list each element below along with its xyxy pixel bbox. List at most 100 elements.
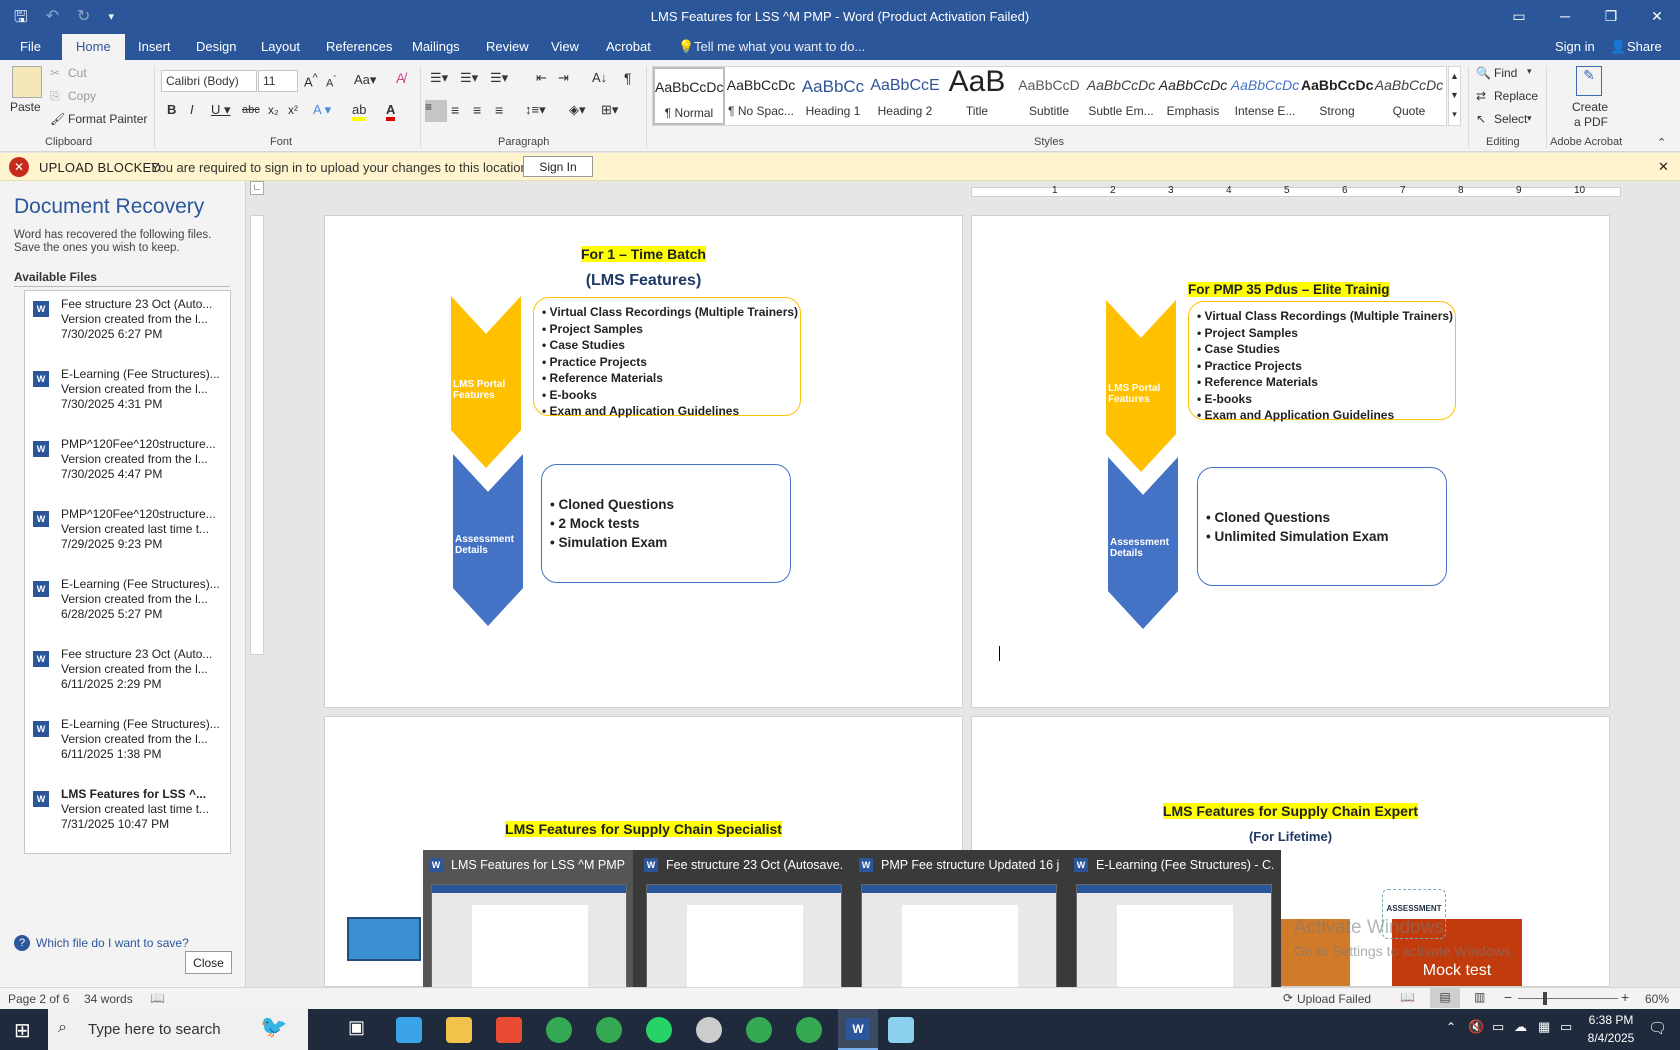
tab-layout[interactable]: Layout xyxy=(261,39,300,54)
tell-me-input[interactable]: Tell me what you want to do... xyxy=(694,39,865,54)
zoom-in-icon[interactable]: + xyxy=(1621,989,1629,1005)
style-item[interactable]: AaBbCcDc Intense E... xyxy=(1229,67,1301,125)
style-item[interactable]: AaBbCcDc ¶ Normal xyxy=(653,67,725,125)
bullets-icon[interactable]: ☰▾ xyxy=(430,70,448,86)
font-name-combo[interactable]: Calibri (Body) xyxy=(161,70,257,92)
style-item[interactable]: AaBbCcDc Strong xyxy=(1301,67,1373,125)
clock-time[interactable]: 6:38 PM xyxy=(1583,1013,1639,1027)
tab-mailings[interactable]: Mailings xyxy=(412,39,460,54)
superscript-icon[interactable]: x² xyxy=(288,103,298,117)
numbering-icon[interactable]: ☰▾ xyxy=(460,70,478,86)
window-preview[interactable]: W PMP Fee structure Updated 16 j... xyxy=(853,850,1063,1008)
tab-view[interactable]: View xyxy=(551,39,579,54)
sign-in-link[interactable]: Sign in xyxy=(1555,39,1595,54)
tab-review[interactable]: Review xyxy=(486,39,529,54)
replace-icon[interactable]: ⇄ xyxy=(1476,89,1486,103)
align-center-icon[interactable]: ≡ xyxy=(451,102,459,118)
style-item[interactable]: AaBbCcE Heading 2 xyxy=(869,67,941,125)
sort-icon[interactable]: A↓ xyxy=(592,70,607,85)
underline-icon[interactable]: U ▾ xyxy=(211,102,231,118)
grow-font-icon[interactable]: A^ xyxy=(304,72,318,89)
copy-button[interactable]: Copy xyxy=(68,89,96,103)
app-icon[interactable] xyxy=(496,1017,522,1043)
tab-insert[interactable]: Insert xyxy=(138,39,171,54)
shading-icon[interactable]: ◈▾ xyxy=(569,102,586,118)
window-preview[interactable]: W Fee structure 23 Oct (Autosave... xyxy=(638,850,848,1008)
collapse-ribbon-icon[interactable]: ⌃ xyxy=(1657,136,1666,149)
which-file-link[interactable]: Which file do I want to save? xyxy=(36,936,189,950)
copilot-icon[interactable] xyxy=(396,1017,422,1043)
tab-home[interactable]: Home xyxy=(62,34,125,60)
print-layout-icon[interactable]: ▤ xyxy=(1430,988,1460,1008)
chevron-down-icon[interactable]: ▾ xyxy=(1527,113,1532,124)
chevron-down-icon[interactable]: ▾ xyxy=(1527,66,1532,77)
cut-button[interactable]: Cut xyxy=(68,66,87,80)
recovery-file-item[interactable]: W E-Learning (Fee Structures)... Version c… xyxy=(33,717,225,777)
action-icon[interactable]: ▭ xyxy=(1560,1019,1572,1035)
create-pdf-icon[interactable]: ✎ xyxy=(1576,66,1602,96)
font-color-icon[interactable]: A xyxy=(386,102,396,121)
style-item[interactable]: AaBbCcDc Subtle Em... xyxy=(1085,67,1157,125)
text-effects-icon[interactable]: A ▾ xyxy=(313,102,331,118)
format-painter-button[interactable]: Format Painter xyxy=(68,112,147,126)
style-item[interactable]: AaBbCcD Subtitle xyxy=(1013,67,1085,125)
proofing-icon[interactable]: 📖 xyxy=(150,991,165,1005)
format-painter-icon[interactable]: 🖌 xyxy=(50,112,65,126)
find-button[interactable]: Find xyxy=(1494,66,1517,80)
word-count[interactable]: 34 words xyxy=(84,992,133,1006)
style-item[interactable]: AaBbCc Heading 1 xyxy=(797,67,869,125)
style-item[interactable]: AaB Title xyxy=(941,65,1013,125)
replace-button[interactable]: Replace xyxy=(1494,89,1538,103)
shrink-font-icon[interactable]: Aˇ xyxy=(326,74,336,90)
line-spacing-icon[interactable]: ↕≡▾ xyxy=(525,102,546,118)
bold-icon[interactable]: B xyxy=(167,102,176,117)
copy-icon[interactable]: ⎘ xyxy=(50,89,60,104)
chrome-icon[interactable] xyxy=(546,1017,572,1043)
clear-format-icon[interactable]: A̸ xyxy=(396,70,405,86)
word-icon[interactable]: W xyxy=(838,1009,878,1050)
recovery-file-item[interactable]: W E-Learning (Fee Structures)... Version c… xyxy=(33,577,225,637)
increase-indent-icon[interactable]: ⇥ xyxy=(558,70,569,86)
create-pdf-button[interactable]: Create xyxy=(1572,100,1608,114)
tab-acrobat[interactable]: Acrobat xyxy=(606,39,651,54)
subscript-icon[interactable]: x₂ xyxy=(268,103,279,117)
chrome-icon[interactable] xyxy=(796,1017,822,1043)
find-icon[interactable]: 🔍 xyxy=(1476,66,1491,80)
change-case-icon[interactable]: Aa▾ xyxy=(354,72,376,88)
web-layout-icon[interactable]: ▥ xyxy=(1474,990,1485,1004)
style-item[interactable]: AaBbCcDc Quote xyxy=(1373,67,1445,125)
tab-design[interactable]: Design xyxy=(196,39,236,54)
show-marks-icon[interactable]: ¶ xyxy=(624,70,632,86)
zoom-level[interactable]: 60% xyxy=(1645,992,1669,1006)
decrease-indent-icon[interactable]: ⇤ xyxy=(536,70,547,86)
volume-icon[interactable]: 🔇 xyxy=(1468,1019,1484,1035)
chrome-icon[interactable] xyxy=(596,1017,622,1043)
task-view-icon[interactable]: ▣ xyxy=(348,1017,374,1043)
windows-start-icon[interactable]: ⊞ xyxy=(14,1018,31,1043)
page-count[interactable]: Page 2 of 6 xyxy=(8,992,69,1006)
recovery-file-item[interactable]: W LMS Features for LSS ^... Version create… xyxy=(33,787,225,847)
notepad-icon[interactable] xyxy=(888,1017,914,1043)
restore-icon[interactable]: ❐ xyxy=(1588,0,1634,32)
font-size-combo[interactable]: 11 xyxy=(258,70,298,92)
borders-icon[interactable]: ⊞▾ xyxy=(601,102,618,118)
window-preview[interactable]: W E-Learning (Fee Structures) - C... xyxy=(1068,850,1278,1008)
recovery-file-item[interactable]: W Fee structure 23 Oct (Auto... Version cr… xyxy=(33,297,225,357)
recovery-file-item[interactable]: W PMP^120Fee^120structure... Version creat… xyxy=(33,437,225,497)
justify-icon[interactable]: ≡ xyxy=(495,102,503,118)
align-right-icon[interactable]: ≡ xyxy=(473,102,481,118)
recovery-file-item[interactable]: W E-Learning (Fee Structures)... Version c… xyxy=(33,367,225,427)
onedrive-icon[interactable]: ☁ xyxy=(1514,1019,1527,1035)
file-explorer-icon[interactable] xyxy=(446,1017,472,1043)
battery-icon[interactable]: ▭ xyxy=(1492,1019,1504,1035)
read-mode-icon[interactable]: 📖 xyxy=(1400,990,1415,1004)
align-left-icon[interactable]: ≡ xyxy=(425,100,447,122)
close-icon[interactable]: ✕ xyxy=(1634,0,1680,32)
clipboard-icon[interactable] xyxy=(12,66,42,98)
clock-date[interactable]: 8/4/2025 xyxy=(1583,1031,1639,1045)
window-preview[interactable]: W LMS Features for LSS ^M PMP ... xyxy=(423,850,633,1008)
styles-scroll[interactable]: ▲ ▼ ▾ xyxy=(1448,66,1461,126)
tab-file[interactable]: File xyxy=(20,39,41,54)
zoom-slider[interactable] xyxy=(1518,998,1618,999)
tab-references[interactable]: References xyxy=(326,39,392,54)
